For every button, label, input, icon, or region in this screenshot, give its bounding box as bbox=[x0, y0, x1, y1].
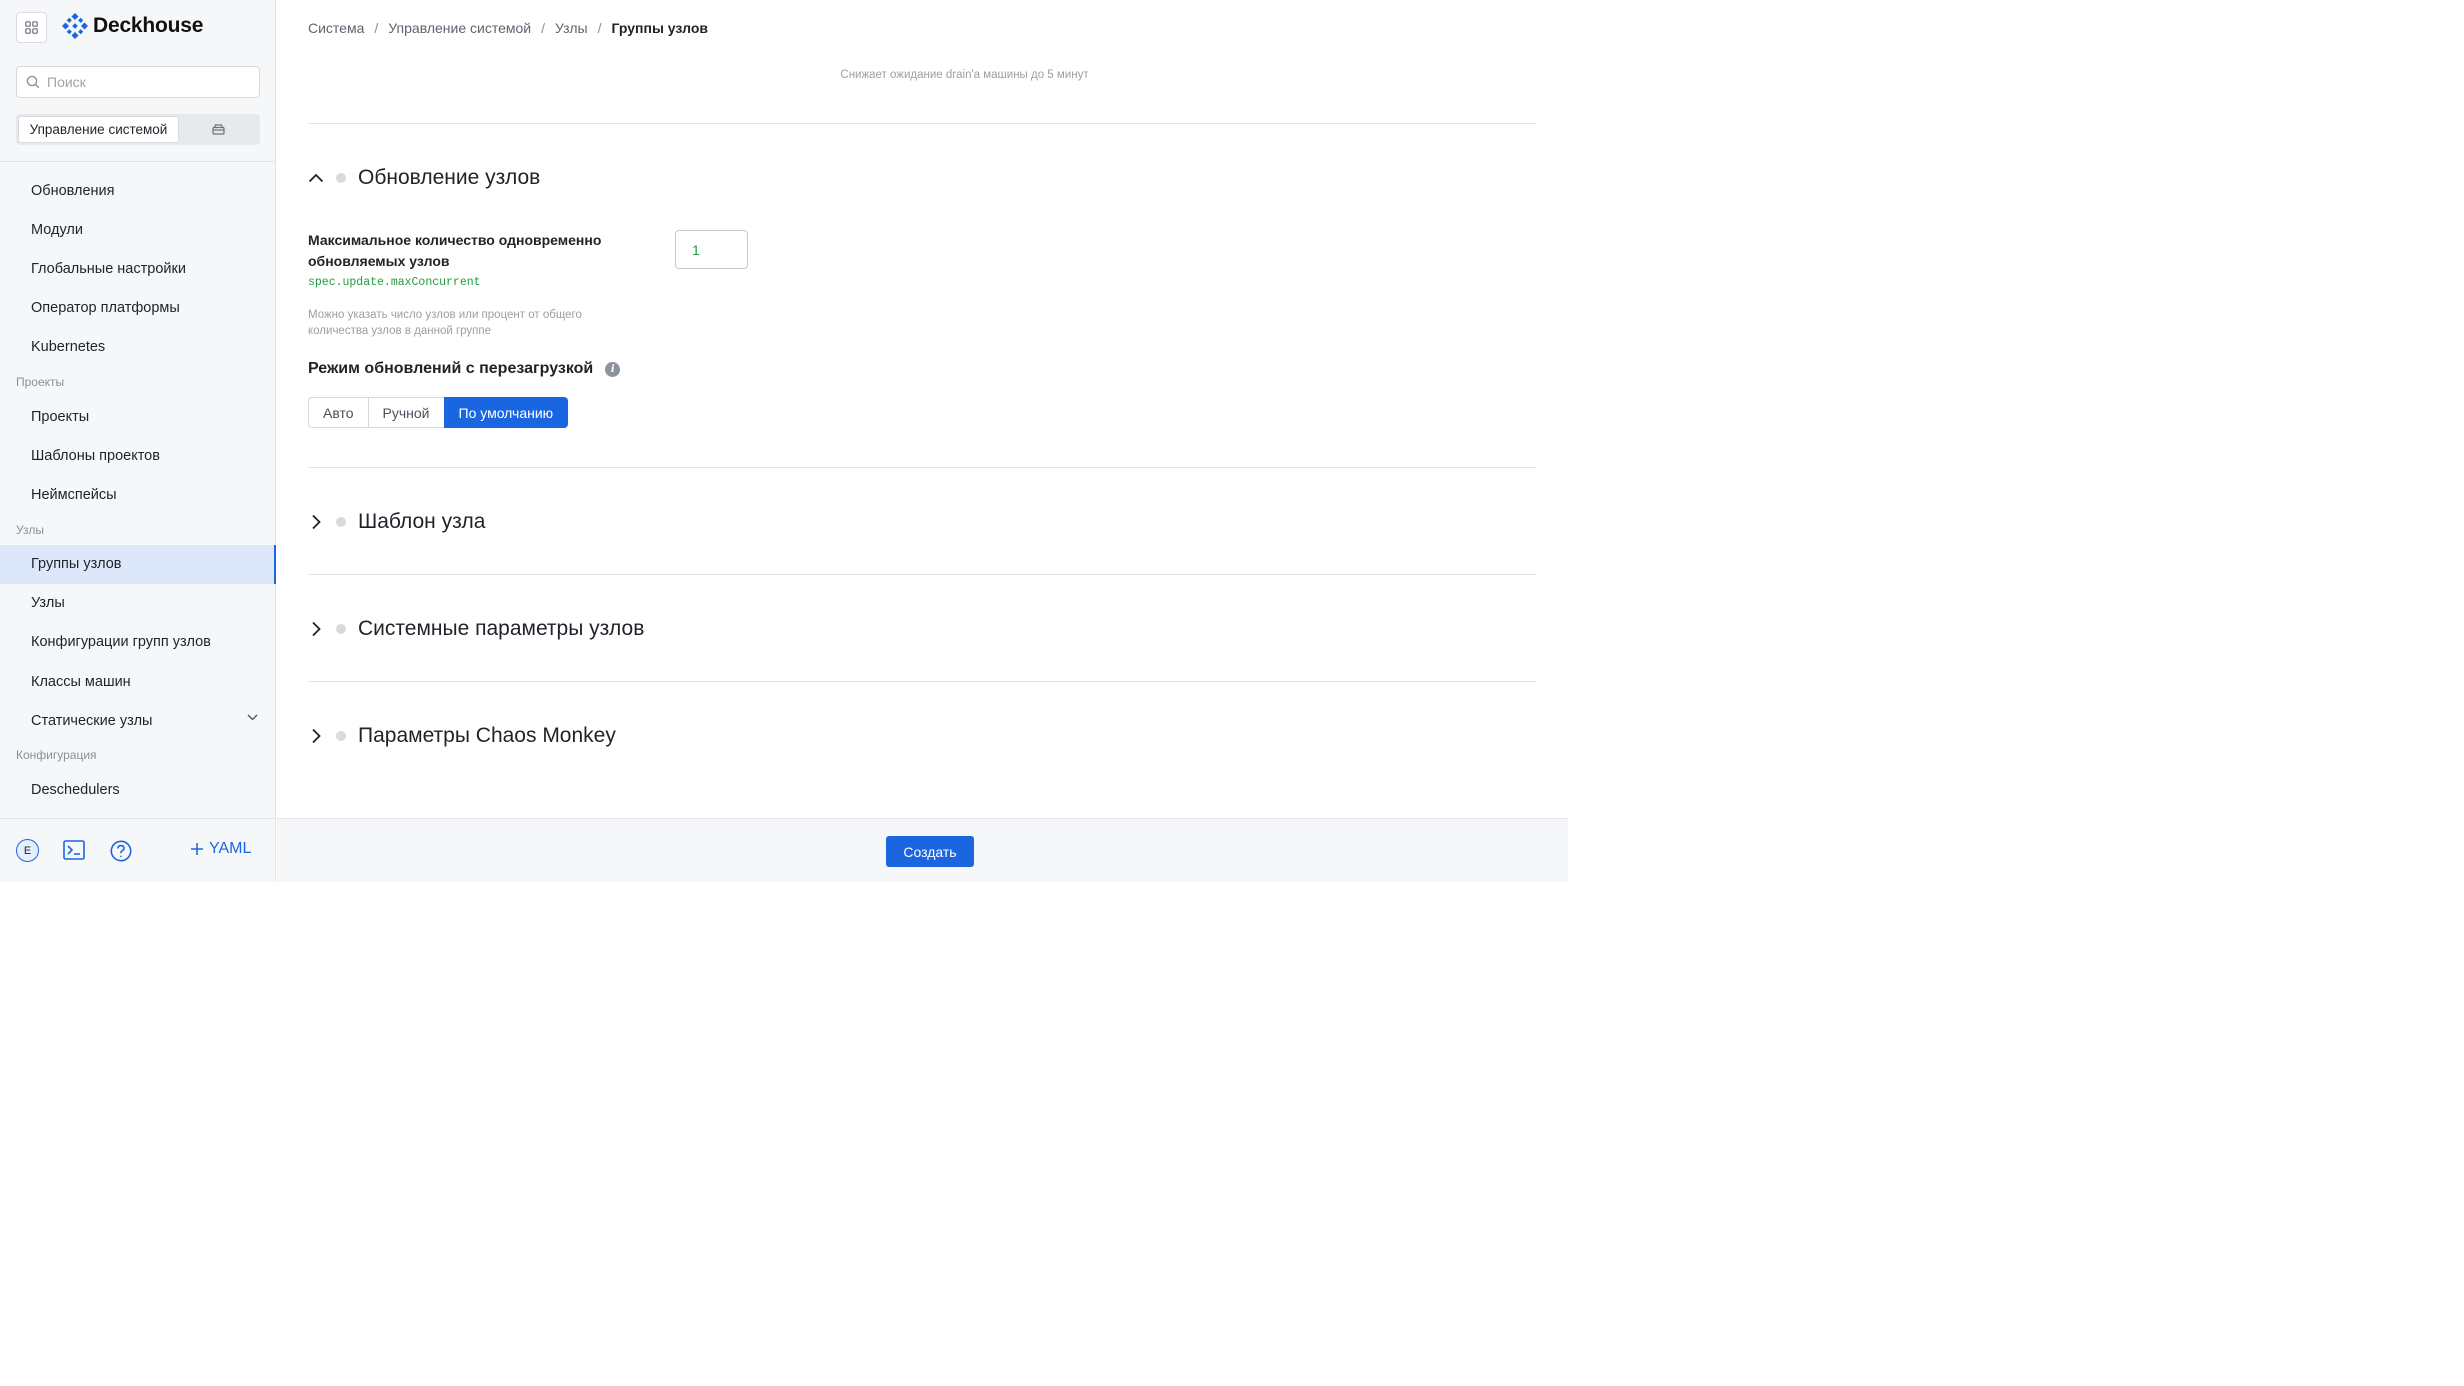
sidebar-item[interactable]: Оператор платформы bbox=[0, 289, 276, 328]
breadcrumb-separator: / bbox=[541, 20, 545, 36]
sidebar-item-label: Глобальные настройки bbox=[31, 260, 186, 277]
chevron-up-icon[interactable] bbox=[308, 170, 324, 186]
sidebar-item-label: Конфигурации групп узлов bbox=[31, 634, 211, 651]
breadcrumb-separator: / bbox=[597, 20, 602, 36]
sidebar-item[interactable]: Классы машин bbox=[0, 662, 276, 701]
sidebar-item-label: Неймспейсы bbox=[31, 486, 117, 503]
section-node-template-header[interactable]: Шаблон узла bbox=[308, 510, 485, 534]
status-dot bbox=[336, 731, 346, 741]
reboot-mode-option[interactable]: Авто bbox=[308, 397, 369, 428]
mode-system-management[interactable]: Управление системой bbox=[18, 116, 179, 143]
user-avatar[interactable]: E bbox=[16, 839, 39, 862]
reboot-mode-option[interactable]: По умолчанию bbox=[443, 397, 569, 428]
section-chaos-monkey-header[interactable]: Параметры Chaos Monkey bbox=[308, 724, 616, 748]
sidebar-item[interactable]: Kubernetes bbox=[0, 328, 276, 367]
sidebar-item[interactable]: Глобальные настройки bbox=[0, 249, 276, 288]
max-concurrent-input[interactable]: 1 bbox=[675, 230, 748, 269]
sidebar-item[interactable]: Узлы bbox=[0, 584, 276, 623]
mode-projects[interactable] bbox=[179, 116, 258, 143]
deckhouse-logo[interactable]: Deckhouse bbox=[62, 13, 203, 39]
box-icon bbox=[212, 124, 225, 135]
sidebar-item[interactable]: Статические узлы bbox=[0, 701, 276, 740]
sidebar-item-label: Оператор платформы bbox=[31, 300, 180, 317]
sidebar-item-label: Узлы bbox=[31, 595, 65, 612]
sidebar-section-label: Проекты bbox=[16, 374, 65, 389]
sidebar-item[interactable]: Шаблоны проектов bbox=[0, 436, 276, 475]
sidebar: Deckhouse Управление системой Обновления… bbox=[0, 0, 276, 882]
sidebar-section-label: Узлы bbox=[16, 522, 44, 537]
sidebar-item-label: Статические узлы bbox=[31, 712, 153, 729]
sidebar-item-label: Deschedulers bbox=[31, 782, 120, 799]
status-dot bbox=[336, 517, 346, 527]
sidebar-item-label: Kubernetes bbox=[31, 339, 106, 356]
section-divider bbox=[308, 123, 1537, 124]
deckhouse-logo-icon bbox=[62, 13, 88, 39]
section-divider bbox=[308, 574, 1537, 575]
section-divider bbox=[308, 681, 1537, 682]
search-box[interactable] bbox=[16, 66, 260, 98]
app-name: Deckhouse bbox=[93, 14, 204, 37]
section-node-update-header[interactable]: Обновление узлов bbox=[308, 166, 540, 190]
chevron-right-icon[interactable] bbox=[308, 621, 324, 637]
breadcrumb-link[interactable]: Узлы bbox=[555, 20, 588, 36]
sidebar-section-label: Конфигурация bbox=[16, 748, 97, 763]
sidebar-nav: Обновления Модули Глобальные настройки Опер… bbox=[0, 171, 276, 810]
add-yaml-button[interactable]: YAML bbox=[190, 840, 251, 858]
section-divider bbox=[308, 467, 1537, 468]
help-icon[interactable] bbox=[110, 840, 132, 862]
apps-grid-button[interactable] bbox=[16, 12, 47, 43]
max-concurrent-path: spec.update.maxConcurrent bbox=[308, 276, 481, 289]
chevron-right-icon[interactable] bbox=[308, 514, 324, 530]
sidebar-item-label: Модули bbox=[31, 221, 83, 238]
mode-switch: Управление системой bbox=[16, 114, 260, 145]
section-system-params-header[interactable]: Системные параметры узлов bbox=[308, 617, 644, 641]
reboot-mode-option[interactable]: Ручной bbox=[367, 397, 445, 428]
sidebar-item-label: Шаблоны проектов bbox=[31, 447, 160, 464]
max-concurrent-hint: Можно указать число узлов или процент от… bbox=[308, 309, 582, 337]
breadcrumb-link[interactable]: Управление системой bbox=[388, 20, 531, 36]
plus-icon bbox=[191, 843, 203, 855]
sidebar-item[interactable]: Конфигурации групп узлов bbox=[0, 623, 276, 662]
sidebar-item[interactable]: Проекты bbox=[0, 397, 276, 436]
drain-note: Снижает ожидание drain'a машины до 5 мин… bbox=[840, 69, 1089, 81]
section-title: Обновление узлов bbox=[358, 166, 541, 189]
create-button[interactable]: Создать bbox=[886, 836, 974, 867]
reboot-mode-label-row: Режим обновлений с перезагрузкой i bbox=[308, 360, 621, 378]
search-icon bbox=[26, 75, 40, 89]
chevron-down-icon[interactable] bbox=[247, 714, 258, 721]
sidebar-item-label: Обновления bbox=[31, 182, 115, 199]
terminal-icon[interactable] bbox=[63, 840, 85, 860]
sidebar-item[interactable]: Группы узлов bbox=[0, 544, 276, 584]
main-content: Система / Управление системой / Узлы / Группы … bbox=[277, 0, 1568, 818]
status-dot bbox=[336, 173, 346, 183]
search-input[interactable] bbox=[47, 74, 237, 90]
breadcrumb-current: Группы узлов bbox=[611, 20, 709, 36]
sidebar-item-label: Группы узлов bbox=[31, 556, 122, 573]
form-footer: Создать bbox=[277, 818, 1568, 882]
sidebar-item[interactable]: Обновления bbox=[0, 171, 276, 210]
sidebar-bottom-bar: E YAML bbox=[0, 818, 276, 882]
sidebar-item[interactable]: Deschedulers bbox=[0, 770, 276, 809]
sidebar-item-label: Классы машин bbox=[31, 673, 131, 690]
breadcrumb: Система / Управление системой / Узлы / Группы … bbox=[308, 20, 708, 36]
reboot-mode-radio-group: Авто Ручной По умолчанию bbox=[308, 397, 569, 428]
sidebar-item[interactable]: Неймспейсы bbox=[0, 475, 276, 514]
section-title: Системные параметры узлов bbox=[358, 617, 645, 640]
breadcrumb-separator: / bbox=[374, 20, 379, 36]
sidebar-divider bbox=[0, 161, 276, 162]
max-concurrent-label: Максимальное количество одновременно обн… bbox=[308, 232, 602, 269]
chevron-right-icon[interactable] bbox=[308, 728, 324, 744]
reboot-mode-label: Режим обновлений с перезагрузкой bbox=[308, 360, 594, 377]
yaml-label: YAML bbox=[209, 840, 252, 857]
breadcrumb-link[interactable]: Система bbox=[308, 20, 364, 36]
sidebar-item-label: Проекты bbox=[31, 408, 90, 425]
status-dot bbox=[336, 624, 346, 634]
info-icon[interactable]: i bbox=[605, 361, 621, 377]
section-title: Шаблон узла bbox=[358, 510, 486, 533]
sidebar-item[interactable]: Модули bbox=[0, 210, 276, 249]
section-title: Параметры Chaos Monkey bbox=[358, 724, 616, 747]
grid-icon bbox=[25, 21, 38, 34]
